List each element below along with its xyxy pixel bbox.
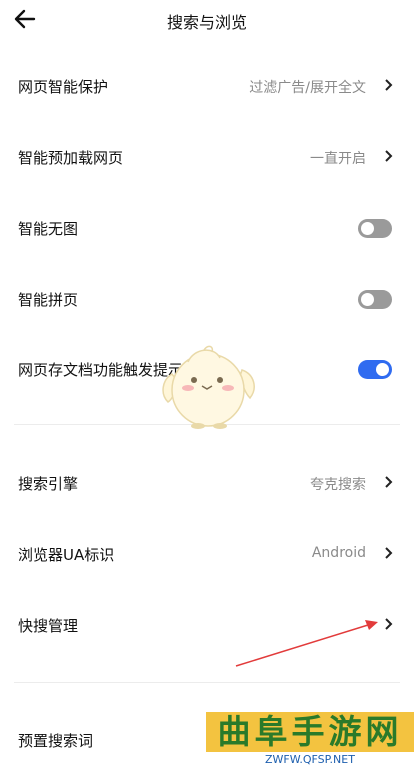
chevron-right-icon [385, 79, 393, 91]
row-preload[interactable]: 智能预加载网页 一直开启 [0, 135, 414, 179]
toggle-knob [361, 222, 374, 235]
page-title: 搜索与浏览 [166, 13, 247, 32]
toggle-switch[interactable] [358, 219, 392, 238]
row-label: 智能拼页 [18, 291, 79, 309]
row-label: 预置搜索词 [18, 732, 94, 750]
row-value: 过滤广告/展开全文 [249, 80, 366, 96]
row-label: 智能预加载网页 [18, 149, 124, 167]
site-watermark: 曲阜手游网 ZWFW.QFSP.NET [206, 712, 414, 769]
row-label: 智能无图 [18, 220, 79, 238]
row-user-agent[interactable]: 浏览器UA标识 Android [0, 532, 414, 576]
row-page-join: 智能拼页 [0, 277, 414, 321]
chevron-right-icon [385, 547, 393, 559]
watermark-title: 曲阜手游网 [206, 712, 414, 752]
row-label: 快搜管理 [18, 617, 79, 635]
row-no-images: 智能无图 [0, 206, 414, 250]
section-divider [14, 682, 400, 683]
row-label: 网页智能保护 [18, 78, 109, 96]
chevron-right-icon [385, 150, 393, 162]
row-search-engine[interactable]: 搜索引擎 夸克搜索 [0, 461, 414, 505]
toggle-knob [361, 293, 374, 306]
row-value: Android [311, 545, 366, 561]
toggle-switch[interactable] [358, 360, 392, 379]
header: 搜索与浏览 [0, 0, 414, 38]
row-webpage-protection[interactable]: 网页智能保护 过滤广告/展开全文 [0, 64, 414, 108]
row-label: 浏览器UA标识 [18, 546, 115, 564]
row-label: 搜索引擎 [18, 475, 79, 493]
watermark-url: ZWFW.QFSP.NET [265, 753, 355, 766]
toggle-switch[interactable] [358, 290, 392, 309]
row-value: 一直开启 [310, 151, 366, 167]
chevron-right-icon [385, 476, 393, 488]
row-quick-search[interactable]: 快搜管理 [0, 603, 414, 647]
mascot-watermark [162, 345, 255, 429]
toggle-knob [376, 363, 389, 376]
chevron-right-icon [385, 618, 393, 630]
row-value: 夸克搜索 [310, 477, 366, 493]
